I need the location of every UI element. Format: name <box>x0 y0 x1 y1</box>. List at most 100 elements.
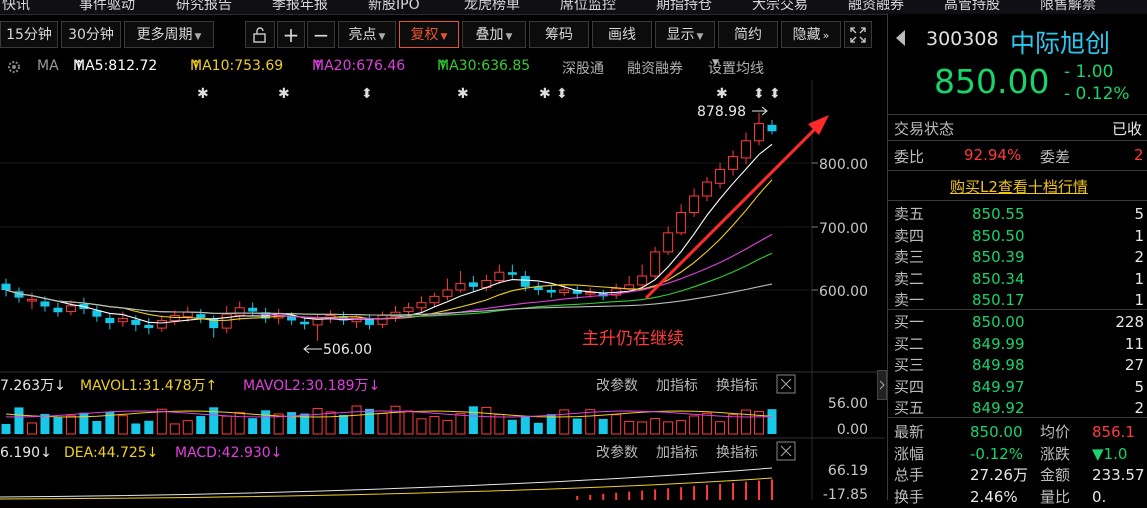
weicha-label: 委差 <box>1040 148 1071 166</box>
panel-collapse-handle[interactable] <box>877 370 887 400</box>
vol-edit-params-link[interactable]: 改参数 <box>596 377 638 394</box>
volume-bar <box>117 415 128 435</box>
volume-bar <box>234 411 245 435</box>
candle-body <box>26 299 37 302</box>
macd-change-indicator-link[interactable]: 换指标 <box>716 444 758 461</box>
macd-add-indicator-link[interactable]: 加指标 <box>656 445 698 461</box>
stats-row: 涨幅 -0.12% 涨跌 ▼1.0 <box>888 444 1147 465</box>
price-change: - 1.00 <box>1064 62 1114 82</box>
buy-l2-link[interactable]: 购买L2查看十档行情 <box>950 176 1088 197</box>
candle-body <box>144 324 154 329</box>
bid-row[interactable]: 买五 849.92 2 <box>888 398 1147 419</box>
ask-row[interactable]: 卖五 850.55 5 <box>888 204 1147 225</box>
candle-body <box>559 289 570 294</box>
candle-body <box>689 195 700 214</box>
candle-body <box>468 282 478 287</box>
ask-row[interactable]: 卖三 850.39 2 <box>888 247 1147 268</box>
vol-add-indicator-link[interactable]: 加指标 <box>656 378 698 394</box>
candle-body <box>585 292 596 295</box>
candle-body <box>702 181 713 197</box>
candle-body <box>663 232 674 253</box>
volume-bar <box>312 407 323 435</box>
event-arrow-icon: ⬍ <box>769 86 781 102</box>
book-level-label: 买二 <box>894 334 925 353</box>
stat-value: 0. <box>1092 487 1107 506</box>
stats-row: 最新 850.00 均价 856.1 <box>888 422 1147 443</box>
volume-bar <box>144 420 154 434</box>
candle-body <box>196 314 206 318</box>
stat-label: 总手 <box>894 466 925 484</box>
volume-bar <box>339 414 349 434</box>
book-price: 850.39 <box>972 248 1025 266</box>
bid-row[interactable]: 买三 849.98 27 <box>888 355 1147 376</box>
stat-label: 金额 <box>1040 466 1071 484</box>
volume-bar <box>156 408 167 435</box>
stat-value: 2.46% <box>970 487 1018 506</box>
ask-row[interactable]: 卖一 850.17 1 <box>888 290 1147 311</box>
volume-bar <box>689 415 700 435</box>
nav-unlock[interactable]: 限售解禁 <box>1040 0 1096 14</box>
volume-bar <box>767 409 777 434</box>
quote-panel: 300308 中际旭创 850.00 - 1.00 - 0.12% 交易状态 已… <box>887 14 1147 506</box>
weibi-label: 委比 <box>894 148 925 166</box>
price-axis-label: 600.00 <box>819 284 868 300</box>
book-level-label: 卖一 <box>894 291 925 309</box>
vol-close-icon[interactable] <box>776 374 796 394</box>
nav-exec[interactable]: 高管持股 <box>944 0 1000 14</box>
candle-body <box>728 156 739 170</box>
volume-bar <box>637 421 648 435</box>
stat-value: 27.26万 <box>970 466 1028 484</box>
candle-body <box>546 290 556 293</box>
volume-bar <box>287 412 297 434</box>
volume-bar <box>26 422 37 435</box>
ask-row[interactable]: 卖二 850.34 1 <box>888 269 1147 290</box>
prev-stock-icon[interactable] <box>894 28 908 48</box>
status-label: 交易状态 <box>894 120 955 138</box>
stat-value: -0.12% <box>970 444 1024 463</box>
macd-close-icon[interactable] <box>776 441 796 461</box>
macd-axis-label: -17.85 <box>823 487 868 500</box>
event-markers[interactable]: ✱ ✱ ⬍ ✱ ✱ ⬍ ✱ ⬍ ⬍ <box>197 86 781 102</box>
volume-bar <box>572 418 582 434</box>
book-volume: 2 <box>1134 248 1144 266</box>
stat-value: ▼1.0 <box>1092 444 1128 463</box>
macd-edit-params-link[interactable]: 改参数 <box>596 444 638 461</box>
book-volume: 1 <box>1134 269 1144 288</box>
volume-bar <box>702 412 713 435</box>
volume-bar <box>351 405 362 435</box>
stat-label: 均价 <box>1040 423 1071 441</box>
volume-bar <box>196 416 206 434</box>
vol-change-indicator-link[interactable]: 换指标 <box>716 377 758 394</box>
stat-label: 涨跌 <box>1040 444 1071 463</box>
candle-body <box>182 311 193 318</box>
divider <box>888 114 1147 115</box>
volume-bar <box>741 409 752 435</box>
stats-row: 换手 2.46% 量比 0. <box>888 487 1147 508</box>
volume-bar <box>585 409 596 435</box>
volume-bar <box>468 406 478 434</box>
candle-body <box>715 168 726 184</box>
candle-body <box>494 271 505 281</box>
bid-row[interactable]: 买四 849.97 5 <box>888 377 1147 398</box>
volume-value: 7.263万↓ <box>0 378 66 394</box>
divider <box>888 309 1147 310</box>
volume-bar <box>79 412 89 434</box>
book-level-label: 卖四 <box>894 226 925 245</box>
book-level-label: 买五 <box>894 399 925 417</box>
book-price: 850.00 <box>972 313 1025 331</box>
stat-value: 233.57 <box>1092 466 1145 484</box>
bid-row[interactable]: 买二 849.99 11 <box>888 334 1147 355</box>
divider <box>888 200 1147 201</box>
ask-row[interactable]: 卖四 850.50 1 <box>888 226 1147 247</box>
volume-bar <box>325 411 336 435</box>
ma-lines <box>5 143 773 324</box>
candle-body <box>403 307 414 313</box>
volume-bar <box>481 406 492 435</box>
volume-bar <box>131 423 141 434</box>
volume-bar <box>728 414 739 435</box>
bid-row[interactable]: 买一 850.00 228 <box>888 312 1147 333</box>
chart-canvas[interactable]: 800.00 700.00 600.00 ✱ ✱ ⬍ ✱ ✱ ⬍ ✱ ⬍ ⬍ 8… <box>0 0 885 500</box>
book-volume: 228 <box>1115 313 1144 331</box>
volume-bar <box>261 410 271 434</box>
candle-body <box>676 212 687 234</box>
